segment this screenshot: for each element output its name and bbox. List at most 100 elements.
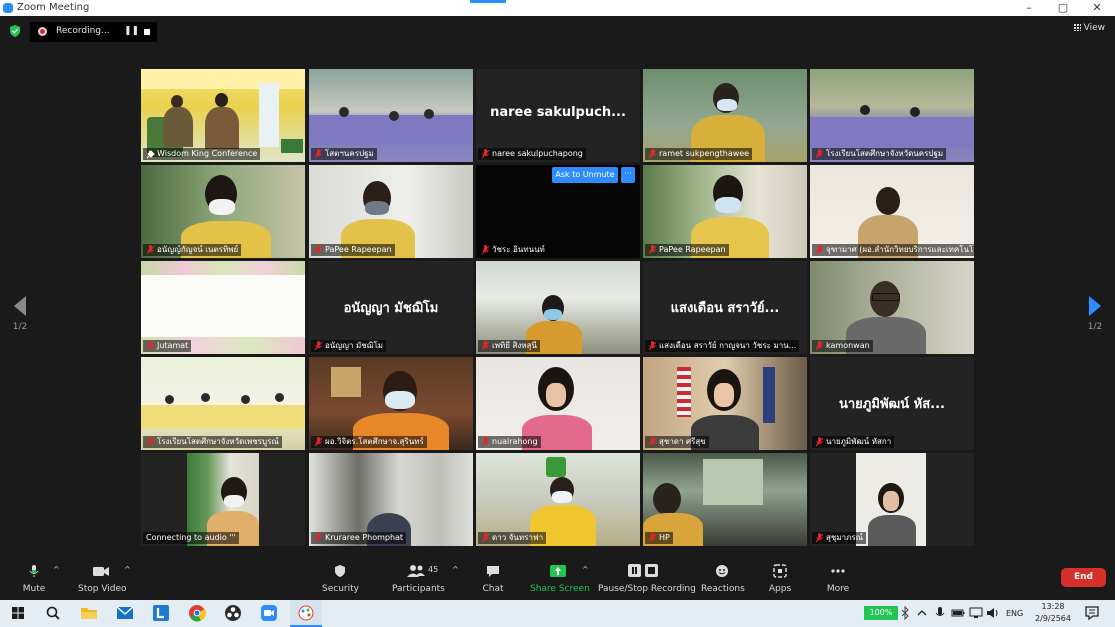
chevron-up-icon[interactable]: ^ [582, 565, 589, 574]
share-screen-button[interactable]: Share Screen ^ [530, 564, 590, 594]
video-tile[interactable]: PaPee Rapeepan [643, 165, 807, 258]
video-tile[interactable]: HP [643, 453, 807, 546]
clock[interactable]: 13:28 2/9/2564 [1034, 600, 1072, 627]
paint-icon [298, 605, 314, 621]
chevron-up-icon[interactable]: ^ [53, 565, 60, 574]
pause-recording-icon[interactable]: ❚❚ [124, 26, 139, 36]
muted-mic-icon [146, 341, 155, 351]
participant-name: อนัญญา มัชฌิโม [311, 340, 387, 352]
muted-mic-icon [481, 341, 490, 351]
participant-display-name: นายภูมิพัฒน์ หัส... [839, 397, 945, 412]
video-tile[interactable]: อนัญญ์กัญจน์ เนตรทิพย์ [141, 165, 305, 258]
chevron-right-icon [1089, 296, 1101, 316]
tile-more-options-button[interactable]: ··· [621, 167, 635, 183]
prev-page-button[interactable]: 1/2 [10, 296, 30, 332]
participants-icon [407, 565, 425, 577]
next-page-button[interactable]: 1/2 [1085, 296, 1105, 332]
mail-icon[interactable] [116, 604, 134, 622]
video-tile[interactable]: kamonwan [810, 261, 974, 354]
video-tile[interactable]: จุฑามาศ (ผอ.สำนักวิทยบริการและเทคโนโลยีส… [810, 165, 974, 258]
muted-mic-icon [648, 533, 657, 543]
file-explorer-icon[interactable] [80, 604, 98, 622]
microphone-tray-icon[interactable] [934, 606, 946, 620]
reactions-button[interactable]: Reactions [701, 564, 745, 594]
mute-button[interactable]: Mute ^ [20, 564, 60, 594]
apps-button[interactable]: Apps [767, 564, 793, 594]
video-tile[interactable]: ดาว จันทราฟา [476, 453, 640, 546]
video-tile[interactable]: โรงเรียนโสตศึกษาจังหวัดเพชรบูรณ์ [141, 357, 305, 450]
chrome-icon[interactable] [188, 604, 206, 622]
stop-video-button[interactable]: Stop Video ^ [78, 564, 131, 594]
encryption-shield-icon[interactable] [9, 25, 21, 37]
close-button[interactable]: ✕ [1080, 0, 1114, 16]
maximize-button[interactable]: ▢ [1046, 0, 1080, 16]
chevron-up-icon[interactable]: ^ [124, 565, 131, 574]
participant-name: ผอ.วิจิตร.โสตศึกษาจ.สุรินทร์ [311, 436, 427, 448]
video-tile[interactable]: Connecting to audio ''' [141, 453, 305, 546]
muted-mic-icon [314, 149, 323, 159]
view-label: View [1083, 23, 1105, 33]
muted-mic-icon [648, 245, 657, 255]
volume-icon[interactable] [986, 606, 1000, 620]
stop-recording-icon[interactable] [144, 29, 150, 35]
battery-icon[interactable] [951, 606, 965, 620]
participant-display-name: อนัญญา มัชฌิโม [343, 301, 439, 316]
zoom-app-icon [3, 3, 13, 13]
ask-to-unmute-button[interactable]: Ask to Unmute [552, 167, 618, 183]
network-icon[interactable] [969, 606, 983, 620]
video-tile[interactable]: สุชาดา ศรีสุข [643, 357, 807, 450]
chat-button[interactable]: Chat [480, 564, 506, 594]
muted-mic-icon [314, 245, 323, 255]
video-tile[interactable]: PaPee Rapeepan [309, 165, 473, 258]
shield-icon [335, 565, 345, 577]
windows-taskbar: 100% ENG 13:28 2/9/2564 [0, 600, 1115, 627]
participant-name: จุฑามาศ (ผอ.สำนักวิทยบริการและเทคโนโลยีส… [812, 244, 974, 256]
video-tile[interactable]: แสงเดือน สราวัย์... แสงเดือน สราวัย์ กาญ… [643, 261, 807, 354]
video-tile[interactable]: Jutamat [141, 261, 305, 354]
muted-mic-icon [815, 245, 824, 255]
video-tile[interactable]: สุชุมาภรณ์ [810, 453, 974, 546]
more-button[interactable]: More [825, 564, 851, 594]
video-tile[interactable]: ramet sukpengthawee [643, 69, 807, 162]
input-language[interactable]: ENG [1006, 600, 1028, 627]
participant-name: ดาว จันทราฟา [478, 532, 547, 544]
video-tile[interactable]: Wisdom King Conference [141, 69, 305, 162]
participants-button[interactable]: Participants 45 ^ [392, 564, 459, 594]
participant-name: ramet sukpengthawee [645, 148, 753, 160]
video-tile[interactable]: Kruraree Phomphat [309, 453, 473, 546]
video-tile[interactable]: เพทิยี สิงหสุนี [476, 261, 640, 354]
pause-stop-recording-button[interactable]: Pause/Stop Recording [598, 564, 696, 594]
windows-start-icon[interactable] [9, 604, 27, 622]
video-tile[interactable]: อนัญญา มัชฌิโม อนัญญา มัชฌิโม [309, 261, 473, 354]
participant-name: โรงเรียนโสตศึกษาจังหวัดนครปฐม [812, 148, 947, 160]
participant-name: HP [645, 532, 673, 544]
video-tile[interactable]: ผอ.วิจิตร.โสตศึกษาจ.สุรินทร์ [309, 357, 473, 450]
chevron-up-icon[interactable]: ^ [452, 565, 459, 574]
end-meeting-button[interactable]: End [1061, 568, 1106, 587]
video-tile[interactable]: nualrahong [476, 357, 640, 450]
participant-name: PaPee Rapeepan [311, 244, 395, 256]
line-app-icon[interactable] [152, 604, 170, 622]
muted-mic-icon [648, 341, 657, 351]
video-tile[interactable]: นายภูมิพัฒน์ หัส... นายภูมิพัฒน์ หัสกา [810, 357, 974, 450]
security-button[interactable]: Security [322, 564, 359, 594]
obs-icon[interactable] [224, 604, 242, 622]
window-title-bar: Zoom Meeting – ▢ ✕ [0, 0, 1115, 16]
video-tile[interactable]: naree sakulpuch... naree sakulpuchapong [476, 69, 640, 162]
video-tile[interactable]: โสตฯนครปฐม [309, 69, 473, 162]
battery-indicator[interactable]: 100% [864, 606, 898, 620]
muted-mic-icon [481, 533, 490, 543]
zoom-icon[interactable] [260, 604, 278, 622]
muted-mic-icon [314, 533, 323, 543]
participant-name: แสงเดือน สราวัย์ กาญจนา วัชระ มาน... [645, 340, 800, 352]
chevron-up-icon[interactable] [916, 606, 928, 620]
video-tile[interactable]: โรงเรียนโสตศึกษาจังหวัดนครปฐม [810, 69, 974, 162]
smiley-icon [716, 565, 728, 577]
notification-icon[interactable] [1084, 605, 1100, 621]
search-icon[interactable] [44, 604, 62, 622]
participant-display-name: แสงเดือน สราวัย์... [670, 301, 780, 316]
minimize-button[interactable]: – [1012, 0, 1046, 16]
active-app-tab[interactable] [290, 600, 322, 627]
bluetooth-icon[interactable] [900, 606, 910, 620]
view-button[interactable]: View [1073, 23, 1105, 33]
